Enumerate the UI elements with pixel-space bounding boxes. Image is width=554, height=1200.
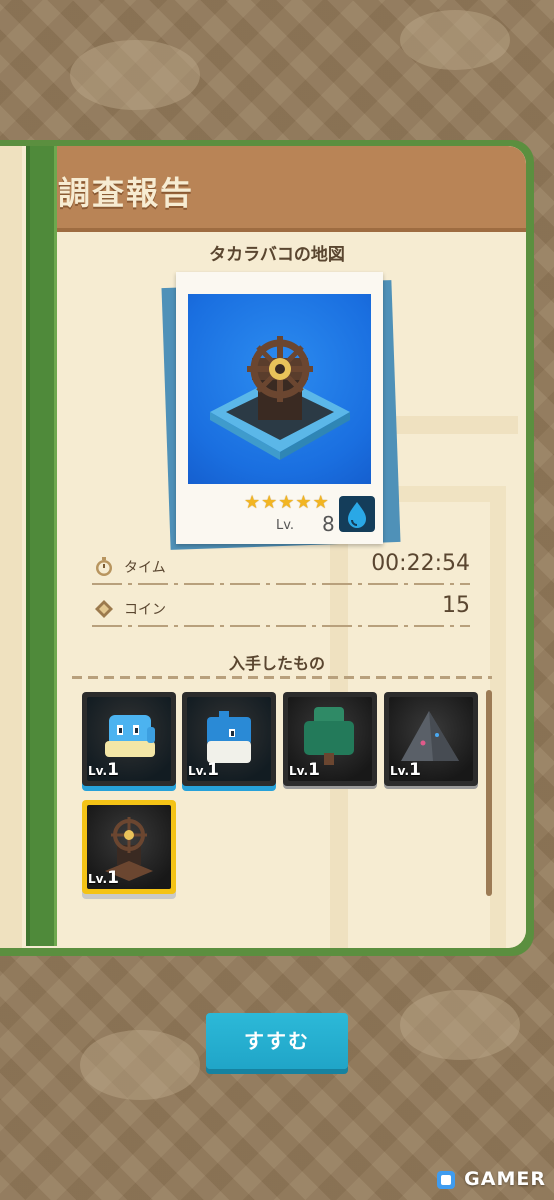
gamer-logo-icon (437, 1171, 455, 1189)
page-title: 調査報告 (58, 174, 195, 212)
item-level: Lv.1 (390, 760, 421, 780)
water-drop-icon (339, 496, 375, 532)
dashed-divider (72, 676, 492, 679)
card-level-value: 8 (322, 512, 335, 536)
items-scrollbar[interactable] (486, 690, 492, 896)
divider (92, 625, 470, 627)
stopwatch-icon (96, 557, 112, 576)
bookmark-ribbon (26, 146, 57, 946)
cloud-decoration (70, 40, 200, 110)
time-row: タイム 00:22:54 (92, 551, 470, 585)
item-blue-bird-creature[interactable]: Lv.1 (182, 692, 276, 786)
coin-row: コイン 15 (92, 593, 470, 627)
cloud-decoration (400, 990, 520, 1060)
item-level: Lv.1 (188, 760, 219, 780)
item-blue-ghost-creature[interactable]: Lv.1 (82, 692, 176, 786)
map-card-image (188, 294, 371, 484)
divider (92, 583, 470, 585)
obtained-title: 入手したもの (228, 654, 325, 673)
proceed-button[interactable]: すすむ (206, 1013, 348, 1069)
star-icon: ★ (312, 492, 329, 513)
star-icon: ★ (261, 492, 278, 513)
item-level: Lv.1 (289, 760, 320, 780)
time-label: タイム (124, 560, 166, 576)
card-level-label: Lv. (276, 518, 295, 533)
cloud-decoration (400, 10, 510, 70)
item-grey-rock-creature[interactable]: Lv.1 (384, 692, 478, 786)
watermark: GAMER (464, 1168, 546, 1190)
item-level: Lv.1 (88, 760, 119, 780)
star-icon: ★ (244, 492, 261, 513)
report-page (0, 146, 526, 948)
star-icon: ★ (278, 492, 295, 513)
coin-value: 15 (442, 593, 470, 618)
coin-label: コイン (124, 602, 166, 618)
cloud-decoration (80, 1030, 200, 1100)
item-level: Lv.1 (88, 868, 119, 888)
coin-icon (95, 600, 113, 618)
treasure-map-illustration (210, 336, 350, 460)
map-name: タカラバコの地図 (209, 245, 345, 265)
rarity-stars: ★ ★ ★ ★ ★ (244, 494, 329, 512)
star-icon: ★ (295, 492, 312, 513)
item-treasure-map[interactable]: Lv.1 (82, 800, 176, 894)
item-green-tree-creature[interactable]: Lv.1 (283, 692, 377, 786)
map-card: ★ ★ ★ ★ ★ Lv. 8 (176, 272, 383, 544)
time-value: 00:22:54 (371, 551, 470, 576)
